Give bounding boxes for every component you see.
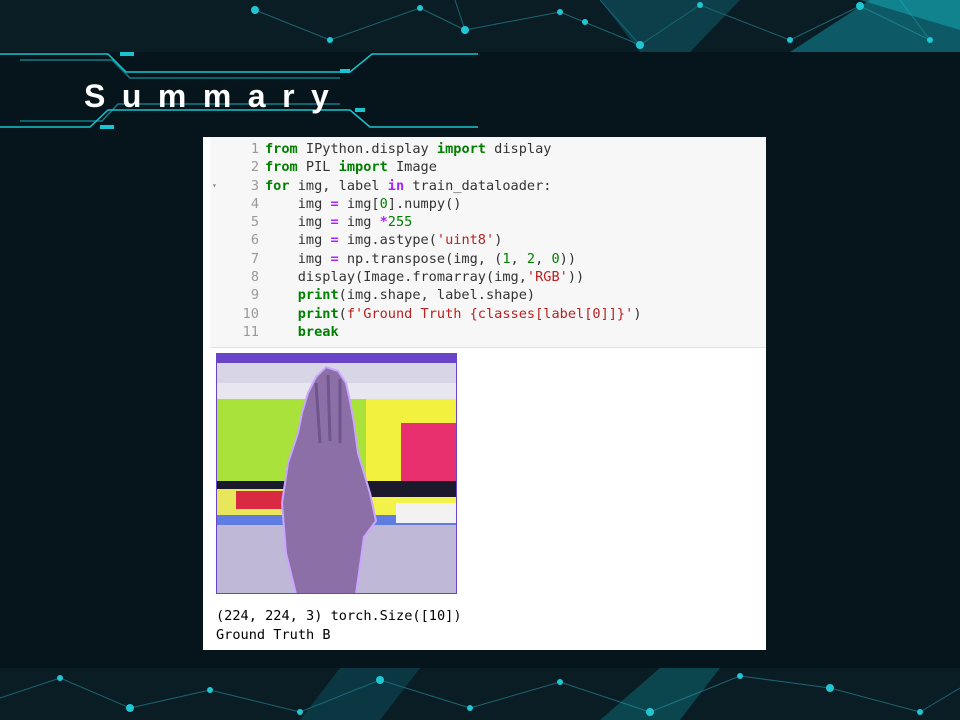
output-image bbox=[216, 353, 457, 594]
code-line: 9 print(img.shape, label.shape) bbox=[210, 286, 766, 304]
code-line: 5 img = img *255 bbox=[210, 213, 766, 231]
line-number: 5 bbox=[250, 214, 259, 231]
code-line: 10 print(f'Ground Truth {classes[label[0… bbox=[210, 305, 766, 323]
line-number: 2 bbox=[250, 159, 259, 176]
line-number: 3 bbox=[250, 177, 259, 194]
line-number: 10 bbox=[242, 305, 259, 322]
slide-title: Summary bbox=[84, 78, 346, 114]
code-cell[interactable]: 1 from IPython.display import display 2 fr… bbox=[210, 137, 766, 348]
output-line: Ground Truth B bbox=[216, 626, 331, 643]
output-text: (224, 224, 3) torch.Size([10]) Ground Tru… bbox=[216, 607, 462, 644]
line-number: 7 bbox=[250, 250, 259, 267]
notebook-screenshot: 1 from IPython.display import display 2 fr… bbox=[203, 137, 766, 650]
code-line: 11 break bbox=[210, 323, 766, 341]
code-line: 7 img = np.transpose(img, (1, 2, 0)) bbox=[210, 250, 766, 268]
code-line: 2 from PIL import Image bbox=[210, 158, 766, 176]
line-number: 9 bbox=[250, 287, 259, 304]
code-line: 6 img = img.astype('uint8') bbox=[210, 231, 766, 249]
line-number: 8 bbox=[250, 269, 259, 286]
code-line: 4 img = img[0].numpy() bbox=[210, 195, 766, 213]
output-line: (224, 224, 3) torch.Size([10]) bbox=[216, 608, 462, 624]
line-number: 1 bbox=[250, 141, 259, 157]
code-line: 8 display(Image.fromarray(img,'RGB')) bbox=[210, 268, 766, 286]
line-number: 6 bbox=[250, 232, 259, 249]
slide: Summary 1 from IPython.display import dis… bbox=[0, 0, 960, 720]
code-line: ▾ 3 for img, label in train_dataloader: bbox=[212, 177, 552, 194]
line-number: 11 bbox=[242, 323, 259, 340]
line-number: 4 bbox=[250, 195, 259, 212]
network-decoration-top bbox=[0, 0, 960, 52]
network-decoration-bottom bbox=[0, 668, 960, 720]
code-line: 1 from IPython.display import display bbox=[210, 140, 766, 158]
